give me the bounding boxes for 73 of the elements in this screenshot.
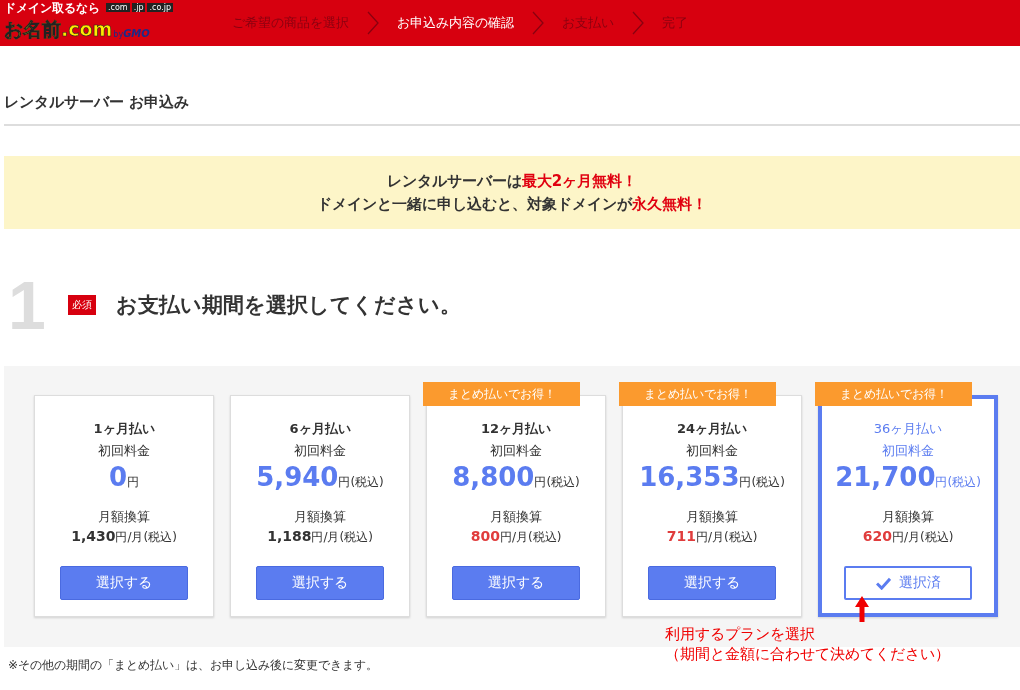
logo-tld: .jp <box>131 3 146 12</box>
breadcrumb-step: お支払い <box>562 14 614 32</box>
monthly-unit: 円/月(税込) <box>891 529 954 546</box>
monthly-amount: 1,430 <box>71 528 116 544</box>
monthly-amount: 620 <box>862 528 892 544</box>
breadcrumb-step: お申込み内容の確認 <box>397 14 514 32</box>
price-unit: 円 <box>935 475 948 489</box>
price-label: 初回料金 <box>882 442 934 460</box>
logo-by: by <box>113 30 124 39</box>
tax-note: (税込) <box>751 474 785 491</box>
price-amount: 16,353 <box>639 462 740 492</box>
price-label: 初回料金 <box>686 442 738 460</box>
promo-text: レンタルサーバーは最大2ヶ月無料！ <box>386 170 638 192</box>
select-button[interactable]: 選択する <box>256 566 384 600</box>
plan-period: 36ヶ月払い <box>873 420 943 438</box>
monthly-unit: 円/月(税込) <box>695 529 758 546</box>
annotation-line: （期間と金額に合わせて決めてください） <box>665 644 951 664</box>
monthly-label: 月額換算 <box>882 508 934 526</box>
price-amount: 8,800 <box>452 462 535 492</box>
footnote: ※その他の期間の「まとめ払い」は、お申し込み後に変更できます。 <box>8 657 380 674</box>
logo-tagline: ドメイン取るなら <box>4 1 100 15</box>
plan-period: 12ヶ月払い <box>480 420 552 438</box>
discount-ribbon: まとめ払いでお得！ <box>619 382 776 406</box>
tax-note: (税込) <box>947 474 981 491</box>
page-title: レンタルサーバー お申込み <box>4 93 1020 126</box>
price-label: 初回料金 <box>294 442 346 460</box>
required-badge: 必須 <box>67 295 96 315</box>
monthly-amount: 800 <box>470 528 500 544</box>
tax-note: (税込) <box>546 474 580 491</box>
chevron-icon <box>532 11 544 35</box>
promo-text: ドメインと一緒に申し込むと、対象ドメインが永久無料！ <box>317 193 707 215</box>
monthly-label: 月額換算 <box>686 508 738 526</box>
monthly-label: 月額換算 <box>98 508 150 526</box>
discount-ribbon: まとめ払いでお得！ <box>815 382 972 406</box>
price-label: 初回料金 <box>98 442 150 460</box>
select-button[interactable]: 選択する <box>60 566 188 600</box>
price-unit: 円 <box>338 474 351 491</box>
plan-card[interactable]: 1ヶ月払い 初回料金 0円 月額換算 1,430円/月(税込) 選択する <box>34 395 214 617</box>
plan-period: 24ヶ月払い <box>676 420 748 438</box>
up-arrow <box>855 596 869 622</box>
section-title: お支払い期間を選択してください。 <box>115 292 461 319</box>
monthly-amount: 711 <box>666 528 696 544</box>
monthly-label: 月額換算 <box>294 508 346 526</box>
monthly-unit: 円/月(税込) <box>499 529 562 546</box>
chevron-icon <box>367 11 379 35</box>
price-unit: 円 <box>739 474 752 491</box>
select-button[interactable]: 選択する <box>452 566 580 600</box>
check-icon <box>875 576 891 590</box>
logo-tld: .com <box>106 3 130 12</box>
price-unit: 円 <box>534 474 547 491</box>
plan-card[interactable]: 6ヶ月払い 初回料金 5,940円(税込) 月額換算 1,188円/月(税込) 選択する <box>230 395 410 617</box>
price-amount: 5,940 <box>256 462 339 492</box>
tax-note: (税込) <box>350 474 384 491</box>
logo-company: GMO <box>123 28 150 39</box>
price-unit: 円 <box>127 474 140 491</box>
breadcrumb-step: 完了 <box>662 14 688 32</box>
monthly-amount: 1,188 <box>267 528 312 544</box>
monthly-unit: 円/月(税込) <box>311 529 373 546</box>
monthly-label: 月額換算 <box>490 508 542 526</box>
chevron-icon <box>632 11 644 35</box>
select-button[interactable]: 選択する <box>648 566 776 600</box>
selected-button[interactable]: 選択済 <box>844 566 972 600</box>
breadcrumb-step: ご希望の商品を選択 <box>232 14 349 32</box>
discount-ribbon: まとめ払いでお得！ <box>423 382 580 406</box>
logo-name[interactable]: お名前.com <box>4 19 113 39</box>
price-label: 初回料金 <box>490 442 542 460</box>
plan-period: 1ヶ月払い <box>93 420 155 438</box>
monthly-unit: 円/月(税込) <box>115 529 177 546</box>
price-amount: 21,700 <box>835 462 936 492</box>
annotation-line: 利用するプランを選択 <box>665 624 816 644</box>
plan-period: 6ヶ月払い <box>289 420 351 438</box>
logo-tld: .co.jp <box>147 3 174 12</box>
price-amount: 0 <box>108 462 128 492</box>
